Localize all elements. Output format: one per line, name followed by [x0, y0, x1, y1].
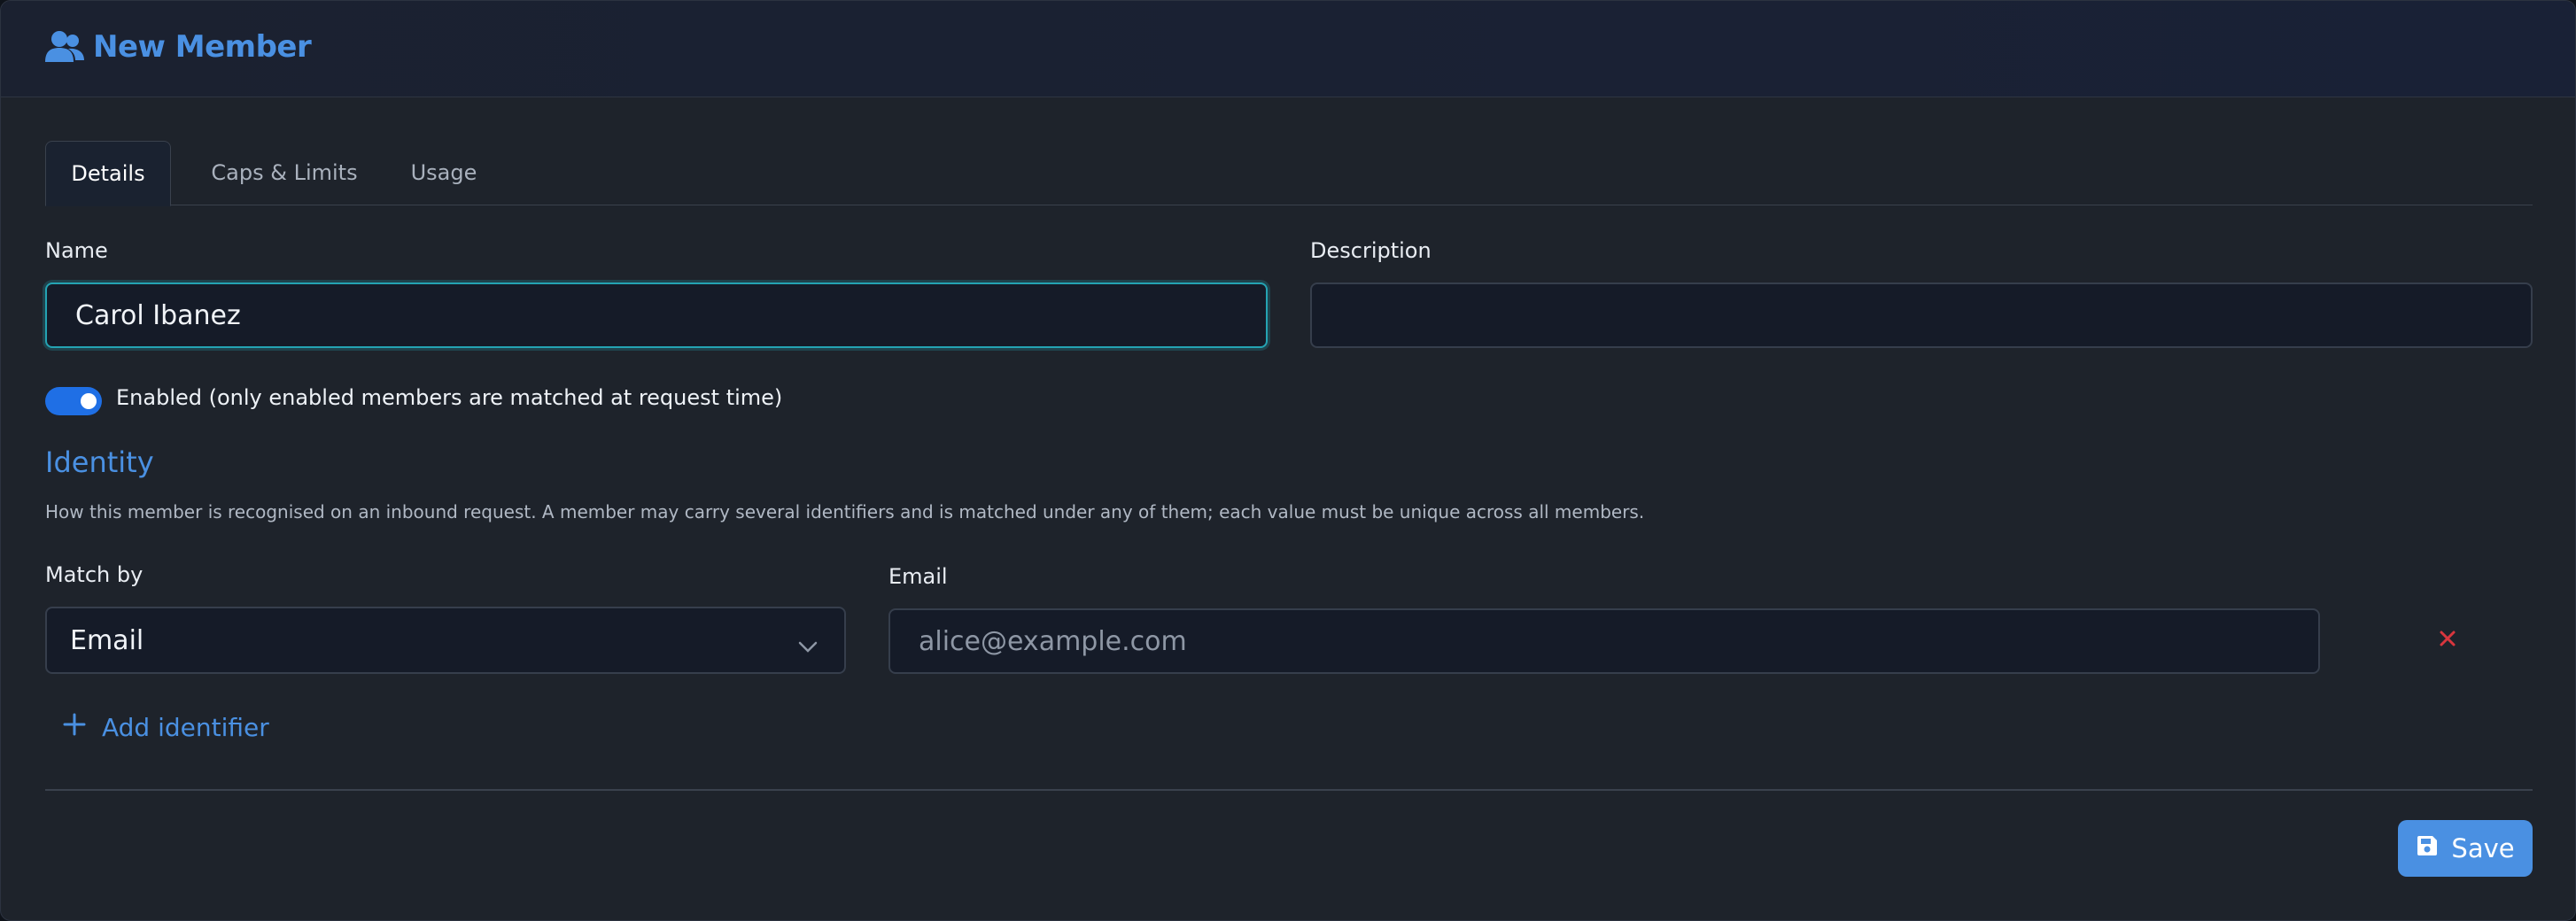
page-title: New Member: [93, 29, 312, 65]
match-by-select[interactable]: Email: [45, 607, 846, 674]
tab-details[interactable]: Details: [45, 141, 171, 206]
match-by-value: Email: [70, 624, 144, 656]
identity-title: Identity: [45, 445, 154, 479]
footer-divider: [45, 789, 2533, 791]
tab-usage[interactable]: Usage: [382, 141, 506, 205]
toggle-knob: [81, 393, 97, 409]
tab-bar: Details Caps & Limits Usage: [45, 141, 2533, 206]
chevron-down-icon: [798, 630, 818, 661]
description-field[interactable]: [1310, 282, 2533, 348]
enabled-toggle[interactable]: [45, 387, 102, 415]
identity-description: How this member is recognised on an inbo…: [45, 501, 1645, 522]
enabled-label: Enabled (only enabled members are matche…: [116, 385, 783, 410]
close-icon: [2440, 631, 2456, 646]
save-button[interactable]: Save: [2398, 820, 2533, 877]
name-field[interactable]: Carol Ibanez: [45, 282, 1268, 348]
email-placeholder: alice@example.com: [919, 625, 1187, 657]
description-label: Description: [1310, 238, 1432, 263]
email-input[interactable]: alice@example.com: [888, 608, 2320, 674]
save-label: Save: [2451, 833, 2515, 863]
name-label: Name: [45, 238, 108, 263]
email-label: Email: [888, 564, 948, 589]
member-card: New Member Details Caps & Limits Usage N…: [0, 0, 2576, 921]
tab-caps-limits[interactable]: Caps & Limits: [187, 141, 382, 205]
plus-icon: [63, 713, 86, 742]
save-icon: [2416, 833, 2439, 863]
add-identifier-label: Add identifier: [102, 713, 269, 742]
title-wrap: New Member: [45, 29, 312, 65]
card-header: New Member: [1, 1, 2575, 97]
users-icon: [45, 30, 84, 64]
add-identifier-button[interactable]: Add identifier: [63, 713, 269, 742]
name-value: Carol Ibanez: [75, 299, 241, 331]
match-by-label: Match by: [45, 562, 144, 587]
remove-identifier-button[interactable]: [2437, 628, 2458, 649]
